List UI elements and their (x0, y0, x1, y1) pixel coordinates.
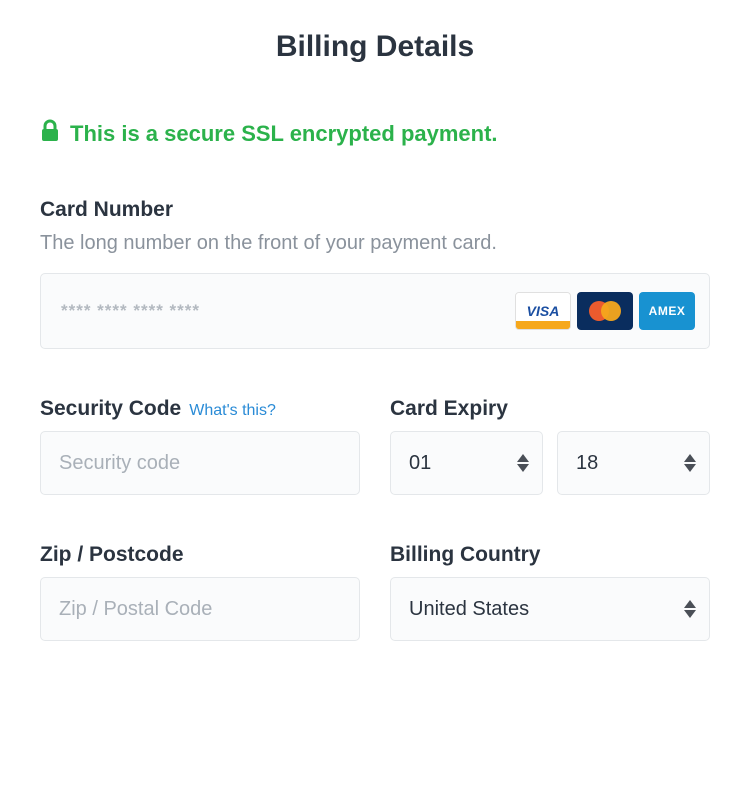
card-number-label: Card Number (40, 198, 710, 222)
security-code-input[interactable] (40, 431, 360, 495)
card-expiry-label: Card Expiry (390, 397, 710, 421)
amex-icon: AMEX (639, 292, 695, 330)
page-title: Billing Details (40, 30, 710, 64)
lock-icon (40, 119, 60, 148)
secure-banner: This is a secure SSL encrypted payment. (40, 119, 710, 148)
card-number-field[interactable]: VISA AMEX (40, 273, 710, 349)
expiry-month-select[interactable]: 01 (390, 431, 543, 495)
card-brand-icons: VISA AMEX (515, 292, 695, 330)
card-number-input[interactable] (61, 301, 515, 321)
card-number-hint: The long number on the front of your pay… (40, 232, 710, 255)
security-code-label: Security Code (40, 397, 181, 421)
expiry-year-select[interactable]: 18 (557, 431, 710, 495)
secure-message: This is a secure SSL encrypted payment. (70, 121, 498, 147)
zip-label: Zip / Postcode (40, 543, 360, 567)
zip-input[interactable] (40, 577, 360, 641)
billing-country-select[interactable]: United States (390, 577, 710, 641)
visa-icon: VISA (515, 292, 571, 330)
mastercard-icon (577, 292, 633, 330)
security-code-help-link[interactable]: What's this? (189, 402, 276, 420)
billing-country-label: Billing Country (390, 543, 710, 567)
